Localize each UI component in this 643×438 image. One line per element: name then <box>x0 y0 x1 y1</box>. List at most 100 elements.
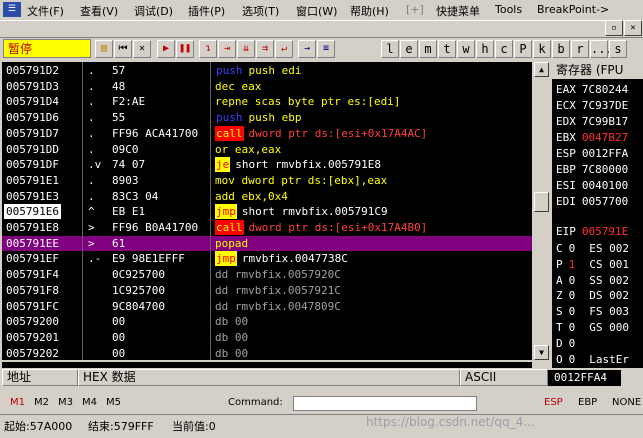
segment-register: ES 002 <box>589 242 629 255</box>
menu-view[interactable]: 查看(V) <box>80 3 118 19</box>
register-value: 7C80244 <box>581 83 629 96</box>
register-ebx[interactable]: EBX 0047B27 <box>556 131 628 144</box>
register-ebp[interactable]: EBP 7C80000 <box>556 163 628 176</box>
memory-tab-m1[interactable]: M1 <box>10 397 25 408</box>
disasm-hex: EB E1 <box>112 205 146 219</box>
flag-value: 0 <box>568 289 576 303</box>
dump-ascii-column[interactable]: ASCII <box>460 369 548 386</box>
app-icon[interactable]: ☰ <box>3 2 21 17</box>
disasm-jump-marker: .- <box>88 252 102 266</box>
register-name: ESP <box>556 147 576 160</box>
close-process-icon[interactable]: ✕ <box>133 40 151 58</box>
menu-file[interactable]: 文件(F) <box>27 3 64 19</box>
scroll-down-icon[interactable]: ▼ <box>534 345 549 360</box>
restore-icon[interactable]: ▫ <box>605 20 623 36</box>
menu-window[interactable]: 窗口(W) <box>296 3 337 19</box>
log-window-button[interactable]: l <box>381 40 399 58</box>
flag-name: S <box>556 305 563 319</box>
register-name: ESI <box>556 179 576 192</box>
source-button[interactable]: s <box>609 40 627 58</box>
pause-icon[interactable]: ❚❚ <box>176 40 194 58</box>
executable-modules-button[interactable]: e <box>400 40 418 58</box>
command-label: Command: <box>228 397 283 408</box>
flag-row[interactable]: P 1 CS 001 <box>556 258 629 271</box>
disasm-instruction: push push edi <box>215 63 301 78</box>
trace-over-icon[interactable]: ⇉ <box>256 40 274 58</box>
disasm-jump-marker: . <box>88 64 95 77</box>
segment-register: SS 002 <box>589 273 629 287</box>
call-stack-button[interactable]: k <box>533 40 551 58</box>
disasm-jump-marker: . <box>88 173 95 187</box>
flag-name: T <box>556 321 563 334</box>
memory-tab-m4[interactable]: M4 <box>82 397 97 408</box>
disasm-address: 005791D6 <box>6 111 59 125</box>
registers-header[interactable]: 寄存器 (FPU <box>552 62 643 79</box>
breakpoints-button[interactable]: b <box>552 40 570 58</box>
menu-help[interactable]: 帮助(H) <box>350 3 389 19</box>
references-button[interactable]: r <box>571 40 589 58</box>
flag-name: Z <box>556 289 563 303</box>
register-esp[interactable]: ESP 0012FFA <box>556 147 628 160</box>
run-trace-button[interactable]: ... <box>590 40 613 58</box>
operand-text: short rmvbfix.005791E8 <box>235 158 381 172</box>
stack-address[interactable]: 0012FFA4 <box>548 370 621 386</box>
register-eax[interactable]: EAX 7C80244 <box>556 83 628 96</box>
goto-icon[interactable]: → <box>298 40 316 58</box>
register-value: 0012FFA <box>581 147 629 160</box>
step-over-icon[interactable]: ⇥ <box>218 40 236 58</box>
mnemonic-highlight: je <box>215 157 231 173</box>
memory-tab-m5[interactable]: M5 <box>106 397 121 408</box>
register-edi[interactable]: EDI 0057700 <box>556 195 628 208</box>
menu-debug[interactable]: 调试(D) <box>134 3 173 19</box>
ebp-button[interactable]: EBP <box>578 397 597 408</box>
memory-tab-m3[interactable]: M3 <box>58 397 73 408</box>
registers-pane[interactable]: 寄存器 (FPU EAX 7C80244 ECX 7C937DE EDX 7C99B17 E… <box>552 62 643 368</box>
menu-plugins[interactable]: 插件(P) <box>188 3 225 19</box>
dump-hex-column[interactable]: HEX 数据 <box>78 369 460 386</box>
scroll-up-icon[interactable]: ▲ <box>534 62 549 77</box>
flag-row[interactable]: Z 0 DS 002 <box>556 289 629 302</box>
handles-button[interactable]: h <box>476 40 494 58</box>
memory-tab-m2[interactable]: M2 <box>34 397 49 408</box>
execute-till-return-icon[interactable]: ↵ <box>275 40 293 58</box>
run-icon[interactable]: ▶ <box>157 40 175 58</box>
windows-button[interactable]: w <box>457 40 475 58</box>
disasm-address: 005791F8 <box>6 283 59 297</box>
register-value: 0047B27 <box>581 131 629 144</box>
rewind-icon[interactable]: ⏮ <box>114 40 132 58</box>
menu-shortcut[interactable]: 快捷菜单 <box>436 3 480 19</box>
threads-button[interactable]: t <box>438 40 456 58</box>
scroll-thumb[interactable] <box>534 192 549 212</box>
flag-name: A <box>556 273 563 287</box>
open-icon[interactable]: ▤ <box>95 40 113 58</box>
operand-text: or eax,eax <box>215 142 282 156</box>
trace-into-icon[interactable]: ⇊ <box>237 40 255 58</box>
flag-row[interactable]: D0 <box>556 337 589 350</box>
esp-button[interactable]: ESP <box>544 397 563 408</box>
menu-breakpoint[interactable]: BreakPoint-> <box>537 3 609 16</box>
register-edx[interactable]: EDX 7C99B17 <box>556 115 628 128</box>
register-esi[interactable]: ESI 0040100 <box>556 179 628 192</box>
disasm-instruction: db 00 <box>215 346 248 360</box>
none-button[interactable]: NONE <box>612 397 641 408</box>
cpu-button[interactable]: c <box>495 40 513 58</box>
flag-row[interactable]: O 0 LastEr <box>556 353 629 366</box>
register-ecx[interactable]: ECX 7C937DE <box>556 99 628 112</box>
memory-map-button[interactable]: m <box>419 40 437 58</box>
menu-options[interactable]: 选项(T) <box>242 3 279 19</box>
disassembly-scrollbar[interactable]: ▲ ▼ <box>534 62 549 360</box>
flag-row[interactable]: A 0 SS 002 <box>556 274 629 287</box>
operand-text: dd rmvbfix.0057921C <box>215 283 341 297</box>
patches-button[interactable]: P <box>514 40 532 58</box>
step-into-icon[interactable]: ↴ <box>199 40 217 58</box>
flag-row[interactable]: S 0 FS 003 <box>556 305 629 318</box>
flag-row[interactable]: C 0 ES 002 <box>556 242 629 255</box>
close-icon[interactable]: ✕ <box>624 20 642 36</box>
register-eip[interactable]: EIP 005791E <box>556 225 628 238</box>
dump-address-column[interactable]: 地址 <box>2 369 78 386</box>
menu-tools[interactable]: Tools <box>495 3 522 16</box>
command-input[interactable] <box>293 396 477 411</box>
status-start: 起始:57A000 <box>4 420 73 433</box>
list-icon[interactable]: ≡ <box>317 40 335 58</box>
flag-row[interactable]: T 0 GS 000 <box>556 321 629 334</box>
